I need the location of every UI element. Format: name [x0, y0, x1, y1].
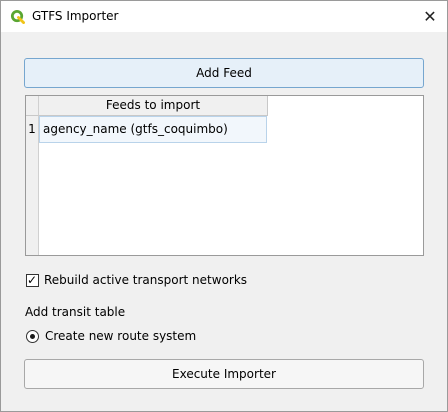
- new-route-system-label[interactable]: Create new route system: [45, 329, 196, 343]
- window-title: GTFS Importer: [32, 9, 119, 23]
- transit-table-label: Add transit table: [25, 305, 126, 319]
- column-header-feeds[interactable]: Feeds to import: [39, 96, 268, 116]
- table-corner: [26, 96, 39, 116]
- add-feed-button[interactable]: Add Feed: [24, 58, 424, 88]
- title-bar: GTFS Importer ✕: [1, 1, 447, 32]
- rebuild-networks-checkbox[interactable]: ✓: [26, 273, 39, 287]
- close-icon[interactable]: ✕: [418, 5, 442, 29]
- row-header[interactable]: 1: [26, 116, 38, 143]
- radio-dot-icon: [30, 334, 35, 339]
- new-route-system-radio[interactable]: [26, 330, 39, 343]
- gtfs-importer-dialog: GTFS Importer ✕ Add Feed Feeds to import…: [0, 0, 448, 412]
- check-icon: ✓: [27, 273, 38, 287]
- execute-importer-button[interactable]: Execute Importer: [24, 359, 424, 389]
- table-cell-feed[interactable]: agency_name (gtfs_coquimbo): [39, 116, 267, 143]
- rebuild-networks-label[interactable]: Rebuild active transport networks: [44, 273, 247, 287]
- feeds-table[interactable]: Feeds to import 1 agency_name (gtfs_coqu…: [25, 95, 424, 256]
- qgis-logo-icon: [10, 9, 25, 24]
